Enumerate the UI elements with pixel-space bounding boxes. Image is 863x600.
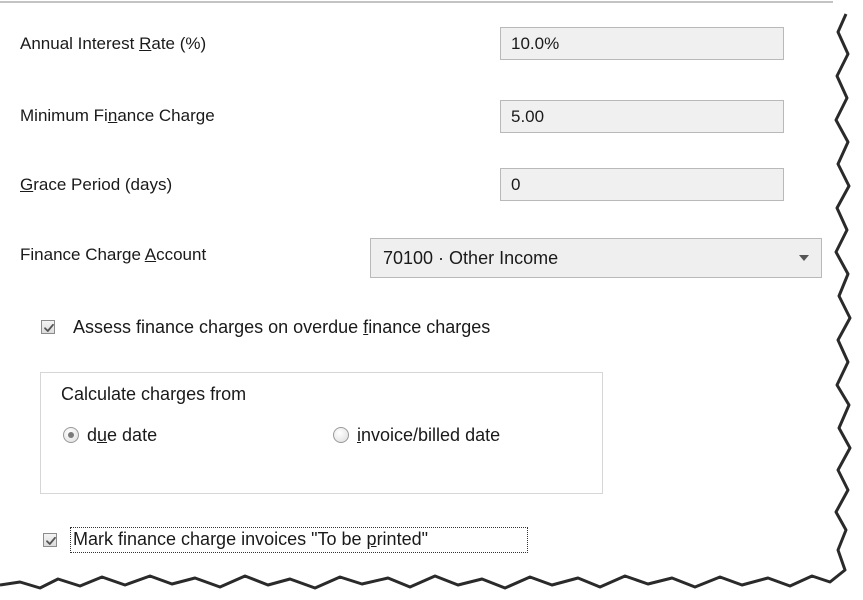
invoice-billed-date-label[interactable]: invoice/billed date (357, 425, 500, 445)
preferences-panel: Annual Interest Rate (%) 10.0% Minimum F… (0, 0, 850, 590)
selected-account: 70100 · Other Income (383, 248, 559, 268)
finance-charge-account-select[interactable]: 70100 · Other Income (370, 238, 822, 278)
assess-overdue-checkbox[interactable] (41, 320, 55, 334)
minimum-finance-charge-input[interactable]: 5.00 (500, 100, 784, 133)
label-text: e date (107, 425, 158, 445)
grace-period-label: Grace Period (days) (20, 175, 172, 195)
access-key: u (97, 425, 108, 445)
finance-charge-account-label: Finance Charge Account (20, 245, 206, 265)
mark-to-be-printed-checkbox[interactable] (43, 533, 57, 547)
label-text: inance charges (368, 317, 491, 337)
due-date-label[interactable]: due date (87, 425, 157, 445)
annual-interest-rate-input[interactable]: 10.0% (500, 27, 784, 60)
label-text: rinted" (376, 529, 428, 549)
invoice-billed-date-radio[interactable] (333, 427, 349, 443)
label-text: Assess finance charges on overdue (73, 317, 364, 337)
label-text: ance Charge (117, 106, 215, 125)
chevron-down-icon[interactable] (799, 255, 809, 261)
checkmark-icon (46, 536, 56, 545)
label-text: Annual Interest (20, 34, 140, 53)
access-key: R (139, 34, 152, 53)
assess-overdue-label[interactable]: Assess finance charges on overdue financ… (73, 317, 490, 337)
label-text: d (87, 425, 98, 445)
minimum-finance-charge-label: Minimum Finance Charge (20, 106, 215, 126)
access-key: A (144, 245, 157, 264)
access-key: n (107, 106, 118, 125)
label-text: ate (%) (151, 34, 207, 53)
grace-period-input[interactable]: 0 (500, 168, 784, 201)
mark-to-be-printed-label[interactable]: Mark finance charge invoices "To be prin… (73, 529, 428, 549)
annual-interest-rate-label: Annual Interest Rate (%) (20, 34, 206, 54)
label-text: Minimum Fi (20, 106, 108, 125)
label-text: race Period (days) (33, 175, 173, 194)
label-text: nvoice/billed date (361, 425, 501, 445)
finance-charge-preferences: Annual Interest Rate (%) 10.0% Minimum F… (0, 0, 863, 600)
access-key: p (366, 529, 377, 549)
label-text: ccount (156, 245, 207, 264)
label-text: Mark finance charge invoices "To be (73, 529, 367, 549)
due-date-radio[interactable] (63, 427, 79, 443)
calculate-charges-title: Calculate charges from (61, 384, 247, 404)
label-text: Finance Charge (20, 245, 145, 264)
access-key: G (20, 175, 34, 194)
checkmark-icon (44, 323, 54, 332)
